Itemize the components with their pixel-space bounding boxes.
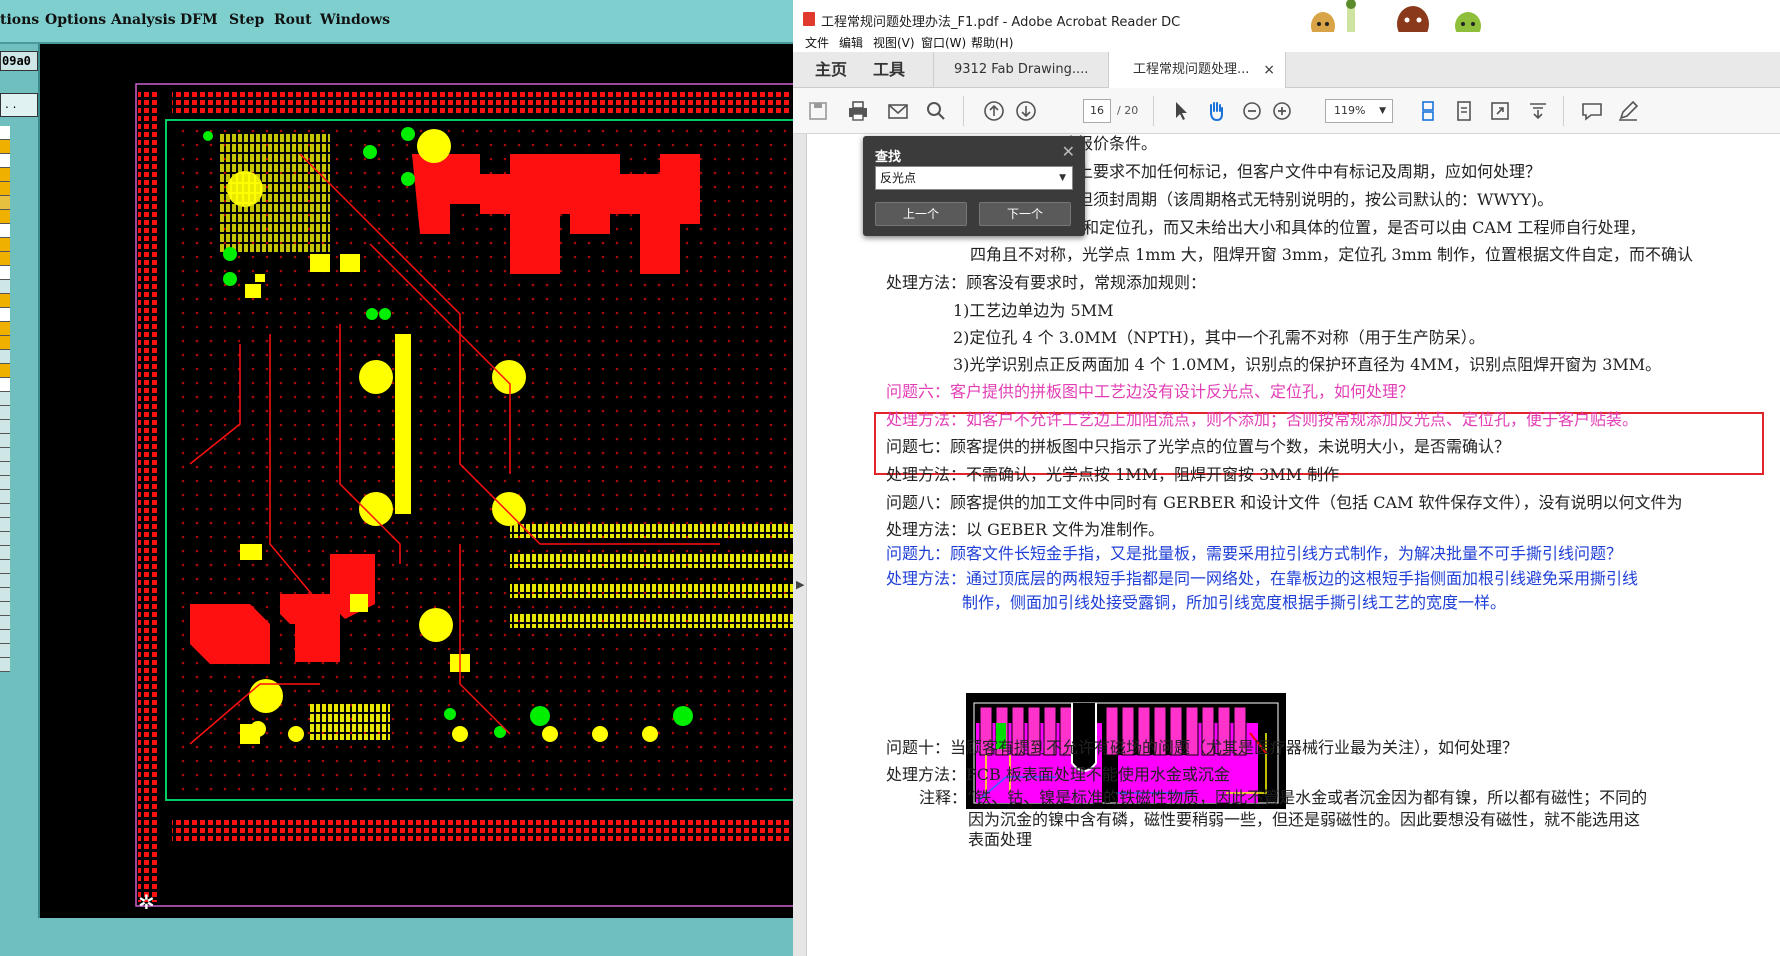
zoom-select[interactable]: 119% ▼ xyxy=(1325,99,1393,123)
chevron-down-icon: ▼ xyxy=(1059,173,1066,183)
close-icon[interactable]: ✕ xyxy=(1062,142,1075,161)
page-total: / 20 xyxy=(1117,104,1139,117)
doc-line: 处理方法：以 GEBER 文件为准制作。 xyxy=(886,520,1165,539)
close-icon[interactable]: × xyxy=(1263,52,1275,88)
doc-line: 注释：“铁、钴、镍是标准的铁磁性物质，因此不管是水金或者沉金因为都有镍，所以都有… xyxy=(919,788,1648,807)
find-query: 反光点 xyxy=(880,171,917,185)
doc-line: 表面处理 xyxy=(968,830,1033,849)
doc-line-blue: 处理方法：通过顶底层的两根短手指都是同一网络处，在靠板边的这根短手指侧面加根引线… xyxy=(886,569,1639,588)
cam-layer-strip[interactable] xyxy=(0,126,10,686)
read-mode-icon[interactable] xyxy=(1525,98,1551,124)
doc-line: 单上要求不加任何标记，但客户文件中有标记及周期，应如何处理？ xyxy=(1061,162,1542,181)
doc-line: 问题七：顾客提供的拼板图中只指示了光学点的位置与个数，未说明大小，是否需确认？ xyxy=(886,437,1511,456)
doc-line-highlight: 问题六：客户提供的拼板图中工艺边没有设计反光点、定位孔，如何处理？ xyxy=(886,382,1415,401)
email-icon[interactable] xyxy=(885,98,911,124)
document-page: 改报价条件。 单上要求不加任何标记，但客户文件中有标记及周期，应如何处理？ ，但… xyxy=(807,134,1780,956)
menu-window[interactable]: 窗口(W) xyxy=(921,34,966,51)
tab-home[interactable]: 主页 xyxy=(815,52,847,88)
navigation-pane-handle[interactable]: ▶ xyxy=(793,134,807,956)
page-number-input[interactable]: 16 xyxy=(1083,99,1111,123)
doc-line: 处理方法：不需确认，光学点按 1MM，阻焊开窗按 3MM 制作 xyxy=(886,465,1340,484)
tab-doc-fab-drawing[interactable]: 9312 Fab Drawing.... xyxy=(933,52,1108,88)
save-icon[interactable] xyxy=(805,98,831,124)
menu-functions[interactable]: tions xyxy=(0,12,39,28)
menu-file[interactable]: 文件 xyxy=(805,34,829,51)
doc-line-blue: 制作，侧面加引线处接受露铜，所加引线宽度根据手撕引线工艺的宽度一样。 xyxy=(962,593,1507,612)
menu-step[interactable]: Step xyxy=(229,12,264,28)
find-prev-button[interactable]: 上一个 xyxy=(875,202,967,226)
search-icon[interactable] xyxy=(923,98,949,124)
menu-dfm[interactable]: DFM xyxy=(180,12,218,28)
acrobat-window: 工程常规问题处理办法_F1.pdf - Adobe Acrobat Reader… xyxy=(793,0,1780,956)
zoom-value: 119% xyxy=(1334,104,1366,117)
cam-statusbar xyxy=(0,918,793,956)
find-title: 查找 xyxy=(875,150,902,165)
highlight-pen-icon[interactable] xyxy=(1615,98,1641,124)
acrobat-menubar: 文件 编辑 视图(V) 窗口(W) 帮助(H) xyxy=(793,32,1780,52)
select-cursor-icon[interactable] xyxy=(1168,98,1194,124)
doc-line: 处理方法：PCB 板表面处理不能使用水金或沉金 xyxy=(886,765,1230,784)
fullscreen-icon[interactable] xyxy=(1487,98,1513,124)
menu-view[interactable]: 视图(V) xyxy=(873,34,915,51)
menu-windows[interactable]: Windows xyxy=(320,12,390,28)
hand-tool-icon[interactable] xyxy=(1203,98,1229,124)
doc-line-highlight: 处理方法：如客户不允许工艺边上加阻流点，则不添加；否则按常规添加反光点、定位孔，… xyxy=(886,410,1639,429)
print-icon[interactable] xyxy=(845,98,871,124)
cam-more-button[interactable]: . . xyxy=(0,93,38,117)
acrobat-tabbar: 主页 工具 9312 Fab Drawing.... 工程常规问题处理... × xyxy=(793,52,1780,88)
tab-label: 工程常规问题处理... xyxy=(1133,62,1250,77)
find-next-button[interactable]: 下一个 xyxy=(979,202,1071,226)
pcb-canvas[interactable] xyxy=(40,44,793,914)
zoom-in-icon[interactable] xyxy=(1269,98,1295,124)
zoom-out-icon[interactable] xyxy=(1239,98,1265,124)
acrobat-titlebar: 工程常规问题处理办法_F1.pdf - Adobe Acrobat Reader… xyxy=(793,0,1780,44)
cam-layer-code[interactable]: 09a0 xyxy=(0,51,38,71)
find-panel: 查找 ✕ 反光点 ▼ 上一个 下一个 xyxy=(863,136,1085,236)
doc-line: 2)定位孔 4 个 3.0MM（NPTH)，其中一个孔需不对称（用于生产防呆）。 xyxy=(953,328,1485,347)
doc-line-blue: 问题九：顾客文件长短金手指，又是批量板，需要采用拉引线方式制作，为解决批量不可手… xyxy=(886,544,1623,563)
find-input[interactable]: 反光点 ▼ xyxy=(875,166,1073,190)
window-title: 工程常规问题处理办法_F1.pdf - Adobe Acrobat Reader… xyxy=(821,15,1181,30)
menu-options[interactable]: Options xyxy=(45,12,106,28)
page-view-icon[interactable] xyxy=(1451,98,1477,124)
chevron-right-icon: ▶ xyxy=(796,578,805,591)
crosshair-icon: ✲ xyxy=(138,890,155,914)
menu-edit[interactable]: 编辑 xyxy=(839,34,863,51)
tab-label: 9312 Fab Drawing.... xyxy=(954,62,1089,77)
tab-doc-active[interactable]: 工程常规问题处理... × xyxy=(1108,52,1286,88)
cam-window: tions Options Analysis DFM Step Rout Win… xyxy=(0,0,793,956)
doc-line: 因为沉金的镍中含有磷，磁性要稍弱一些，但还是弱磁性的。因此要想没有磁性，就不能选… xyxy=(968,810,1641,829)
pdf-app-icon xyxy=(803,12,815,26)
doc-line: 3)光学识别点正反两面加 4 个 1.0MM，识别点的保护环直径为 4MM，识别… xyxy=(953,355,1662,374)
menu-rout[interactable]: Rout xyxy=(274,12,312,28)
doc-line: 问题十：当顾客有提到不允许有磁场的问题（尤其是医疗器械行业最为关注），如何处理？ xyxy=(886,738,1519,757)
acrobat-toolbar: 16 / 20 119% ▼ xyxy=(793,88,1780,134)
menu-analysis[interactable]: Analysis xyxy=(111,12,176,28)
doc-line: 问题八：顾客提供的加工文件中同时有 GERBER 和设计文件（包括 CAM 软件… xyxy=(886,493,1683,512)
doc-line: 四角且不对称，光学点 1mm 大，阻焊开窗 3mm，定位孔 3mm 制作，位置根… xyxy=(970,245,1694,264)
doc-line: 1)工艺边单边为 5MM xyxy=(953,301,1114,320)
chevron-down-icon: ▼ xyxy=(1379,106,1386,116)
doc-line: ，但须封周期（该周期格式无特别说明的，按公司默认的：WWYY)。 xyxy=(1061,190,1554,209)
cam-menubar: tions Options Analysis DFM Step Rout Win… xyxy=(0,0,793,44)
tab-tools[interactable]: 工具 xyxy=(873,52,905,88)
menu-help[interactable]: 帮助(H) xyxy=(971,34,1013,51)
next-page-icon[interactable] xyxy=(1013,98,1039,124)
comment-icon[interactable] xyxy=(1579,98,1605,124)
prev-page-icon[interactable] xyxy=(981,98,1007,124)
scroll-mode-icon[interactable] xyxy=(1415,98,1441,124)
doc-line: 处理方法：顾客没有要求时，常规添加规则： xyxy=(886,273,1207,292)
